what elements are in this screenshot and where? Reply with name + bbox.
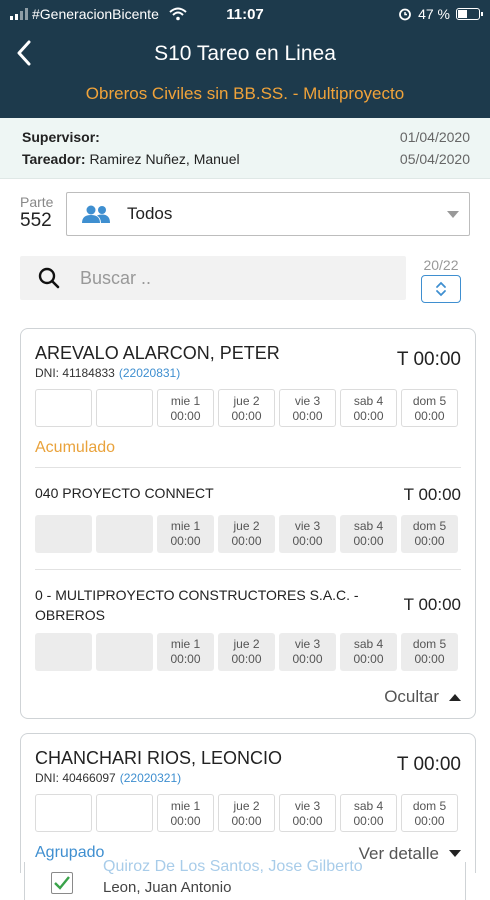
day-cell: mie 1 00:00 bbox=[157, 633, 214, 671]
day-cell: jue 2 00:00 bbox=[218, 515, 275, 553]
group-label[interactable]: Agrupado bbox=[35, 844, 104, 862]
day-cell: vie 3 00:00 bbox=[279, 515, 336, 553]
wifi-icon bbox=[169, 7, 187, 21]
project-total: T 00:00 bbox=[403, 485, 461, 504]
parte-number: 552 bbox=[20, 210, 52, 231]
day-cell-empty[interactable] bbox=[35, 389, 92, 427]
day-cell-empty bbox=[35, 515, 92, 553]
day-cells: mie 1 00:00 jue 2 00:00 vie 3 00:00 sab 4 00… bbox=[35, 794, 458, 832]
view-detail-label: Ver detalle bbox=[358, 844, 439, 863]
day-cell-empty bbox=[35, 633, 92, 671]
day-cell[interactable]: dom 5 00:00 bbox=[401, 389, 458, 427]
info-panel: Supervisor: 01/04/2020 Tareador: Ramirez… bbox=[0, 118, 490, 179]
app-header: #GeneracionBicente 11:07 47 % S10 Tareo … bbox=[0, 0, 490, 118]
caret-up-icon bbox=[449, 694, 461, 701]
supervisor-date: 01/04/2020 bbox=[399, 129, 470, 145]
project-day-cells: mie 1 00:00 jue 2 00:00 vie 3 00:00 sab 4 00… bbox=[35, 515, 458, 553]
battery-icon bbox=[456, 8, 483, 20]
back-button[interactable] bbox=[10, 38, 38, 68]
day-cell: jue 2 00:00 bbox=[218, 633, 275, 671]
view-detail-button[interactable]: Ver detalle bbox=[359, 844, 461, 864]
search-icon bbox=[38, 267, 60, 289]
chevron-updown-icon bbox=[436, 281, 446, 297]
caret-down-icon bbox=[449, 850, 461, 857]
result-counter: 20/22 bbox=[416, 257, 466, 303]
status-bar: #GeneracionBicente 11:07 47 % bbox=[0, 0, 490, 28]
worker-name: AREVALO ALARCON, PETER bbox=[35, 343, 280, 363]
day-cell: dom 5 00:00 bbox=[401, 515, 458, 553]
tareador-date: 05/04/2020 bbox=[399, 151, 470, 167]
day-cell[interactable]: dom 5 00:00 bbox=[401, 794, 458, 832]
signal-icon bbox=[10, 8, 28, 20]
battery-percent: 47 % bbox=[418, 6, 450, 22]
page-subtitle: Obreros Civiles sin BB.SS. - Multiproyec… bbox=[85, 84, 405, 103]
worker-name: CHANCHARI RIOS, LEONCIO bbox=[35, 748, 283, 768]
chevron-left-icon bbox=[17, 40, 31, 66]
day-cell: sab 4 00:00 bbox=[340, 515, 397, 553]
day-cell: vie 3 00:00 bbox=[279, 633, 336, 671]
project-day-cells: mie 1 00:00 jue 2 00:00 vie 3 00:00 sab 4 00… bbox=[35, 633, 458, 671]
tareador-label: Tareador: bbox=[22, 151, 86, 167]
worker-code[interactable]: (22020831) bbox=[119, 366, 180, 380]
day-cell-empty[interactable] bbox=[96, 794, 153, 832]
people-icon bbox=[82, 205, 110, 223]
result-count: 20/22 bbox=[423, 257, 459, 273]
group-select-value: Todos bbox=[127, 204, 173, 223]
day-cell[interactable]: vie 3 00:00 bbox=[279, 794, 336, 832]
day-cell-empty[interactable] bbox=[96, 389, 153, 427]
supervisor-label: Supervisor: bbox=[22, 129, 100, 145]
day-cell: sab 4 00:00 bbox=[340, 633, 397, 671]
worker-total: T 00:00 bbox=[396, 754, 461, 775]
day-cell-empty bbox=[96, 633, 153, 671]
worker-code[interactable]: (22020321) bbox=[120, 771, 181, 785]
list-item-name: Leon, Juan Antonio bbox=[103, 879, 232, 896]
project-name: 0 - MULTIPROYECTO CONSTRUCTORES S.A.C. -… bbox=[35, 587, 359, 623]
search-bar bbox=[20, 256, 406, 300]
day-cell[interactable]: jue 2 00:00 bbox=[218, 389, 275, 427]
carrier-label: #GeneracionBicente bbox=[32, 6, 159, 22]
day-cell[interactable]: jue 2 00:00 bbox=[218, 794, 275, 832]
group-select[interactable]: Todos bbox=[66, 192, 470, 236]
parte-block: Parte 552 bbox=[20, 194, 62, 232]
project-total: T 00:00 bbox=[403, 595, 461, 614]
divider bbox=[35, 467, 461, 468]
day-cell[interactable]: mie 1 00:00 bbox=[157, 794, 214, 832]
tareador-name: Ramirez Nuñez, Manuel bbox=[89, 151, 240, 167]
parte-label: Parte bbox=[20, 194, 54, 210]
bottom-list-item[interactable]: Quiroz De Los Santos, Jose Gilberto Leon… bbox=[24, 858, 466, 900]
worker-total: T 00:00 bbox=[396, 349, 461, 370]
day-cell: dom 5 00:00 bbox=[401, 633, 458, 671]
day-cell-empty bbox=[96, 515, 153, 553]
day-cell[interactable]: mie 1 00:00 bbox=[157, 389, 214, 427]
worker-dni: DNI: 40466097 bbox=[35, 771, 116, 785]
list-item-ghost-text: Quiroz De Los Santos, Jose Gilberto bbox=[103, 858, 363, 875]
divider bbox=[35, 569, 461, 570]
navigate-results-button[interactable] bbox=[421, 275, 461, 303]
day-cell-empty[interactable] bbox=[35, 794, 92, 832]
caret-down-icon bbox=[447, 211, 459, 218]
day-cell: mie 1 00:00 bbox=[157, 515, 214, 553]
hide-toggle-label: Ocultar bbox=[384, 687, 439, 706]
page-title: S10 Tareo en Linea bbox=[154, 42, 336, 65]
day-cell[interactable]: sab 4 00:00 bbox=[340, 389, 397, 427]
day-cell[interactable]: sab 4 00:00 bbox=[340, 794, 397, 832]
day-cell[interactable]: vie 3 00:00 bbox=[279, 389, 336, 427]
alarm-icon bbox=[399, 8, 411, 21]
day-cells: mie 1 00:00 jue 2 00:00 vie 3 00:00 sab 4 00… bbox=[35, 389, 458, 427]
accum-label: Acumulado bbox=[35, 439, 116, 456]
check-icon bbox=[54, 876, 70, 890]
project-name: 040 PROYECTO CONNECT bbox=[35, 485, 214, 501]
worker-dni: DNI: 41184833 bbox=[35, 366, 115, 380]
worker-card[interactable]: AREVALO ALARCON, PETER DNI: 41184833 (220… bbox=[20, 328, 476, 719]
item-checkbox[interactable] bbox=[51, 872, 73, 894]
nav-bar: S10 Tareo en Linea bbox=[0, 28, 490, 80]
search-input[interactable] bbox=[80, 267, 360, 289]
hide-toggle-button[interactable]: Ocultar bbox=[384, 687, 461, 707]
worker-card[interactable]: CHANCHARI RIOS, LEONCIO DNI: 40466097 (22… bbox=[20, 733, 476, 873]
filter-row: Parte 552 Todos bbox=[20, 192, 470, 236]
